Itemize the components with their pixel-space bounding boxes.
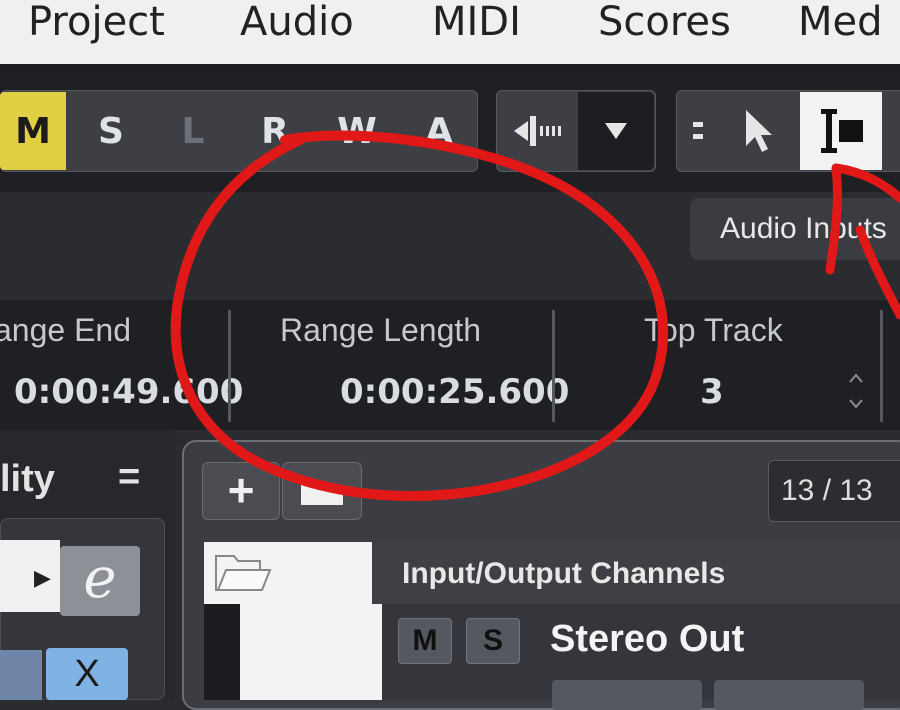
channel-mute-button[interactable]: M: [398, 618, 452, 664]
channel-solo-button[interactable]: S: [466, 618, 520, 664]
inspector-x-button[interactable]: X: [46, 648, 128, 700]
tools-grip-icon: [680, 92, 716, 170]
menu-media[interactable]: Med: [798, 0, 883, 52]
tooltip-audio-inputs: Audio Inputs: [690, 198, 900, 260]
inspector-menu-icon[interactable]: =: [118, 456, 140, 499]
channel-name: Stereo Out: [550, 618, 745, 660]
info-divider: [228, 310, 231, 422]
channel-sub-button[interactable]: [714, 680, 864, 710]
folder-row-title[interactable]: Input/Output Channels: [372, 542, 900, 604]
inspector-grid-icon[interactable]: [0, 650, 42, 700]
folder-row-icon-cell[interactable]: [204, 542, 372, 604]
object-selection-tool[interactable]: [720, 92, 796, 170]
menu-audio[interactable]: Audio: [240, 0, 354, 52]
range-end-value[interactable]: 0:00:49.600: [14, 372, 243, 416]
folder-icon: [301, 481, 343, 505]
info-divider: [552, 310, 555, 422]
channel-sub-button[interactable]: [552, 680, 702, 710]
arrow-pointer-icon: [746, 110, 772, 152]
nudge-icon[interactable]: [500, 92, 576, 170]
menu-scores[interactable]: Scores: [598, 0, 731, 52]
top-track-stepper[interactable]: [846, 368, 866, 419]
write-automation-button[interactable]: W: [324, 92, 390, 170]
mute-button[interactable]: M: [0, 92, 66, 170]
auto-button[interactable]: A: [406, 92, 472, 170]
nudge-dropdown-button[interactable]: [578, 92, 654, 170]
info-divider: [880, 310, 883, 422]
top-track-label: Top Track: [644, 312, 783, 348]
read-automation-button[interactable]: R: [242, 92, 308, 170]
chevron-down-icon: [605, 123, 627, 139]
stepper-arrows-icon: [849, 373, 863, 409]
folder-button[interactable]: [282, 462, 362, 520]
range-length-label: Range Length: [280, 312, 482, 348]
channel-counter: 13 / 13: [768, 460, 900, 522]
edit-channel-button[interactable]: e: [60, 546, 140, 616]
menu-bar: Project Audio MIDI Scores Med: [0, 0, 900, 64]
inspector-track-field[interactable]: [0, 540, 60, 612]
inspector-title: lity: [0, 458, 55, 500]
open-folder-icon: [215, 555, 272, 591]
listen-button[interactable]: L: [160, 92, 226, 170]
range-selection-tool[interactable]: [800, 92, 882, 170]
top-track-value[interactable]: 3: [700, 372, 724, 416]
menu-midi[interactable]: MIDI: [432, 0, 521, 52]
range-end-label: ange End: [0, 312, 132, 348]
range-length-value[interactable]: 0:00:25.600: [340, 372, 569, 416]
menu-project[interactable]: Project: [28, 0, 165, 52]
chevron-right-icon[interactable]: ▶: [34, 565, 51, 591]
add-channel-button[interactable]: +: [202, 462, 280, 520]
range-tool-icon: [821, 109, 863, 153]
channel-row-cell[interactable]: [240, 604, 382, 700]
menu-separator: [0, 64, 900, 72]
channel-color-strip: [204, 604, 240, 700]
nudge-arrows-icon: [514, 116, 561, 146]
solo-button[interactable]: S: [78, 92, 144, 170]
